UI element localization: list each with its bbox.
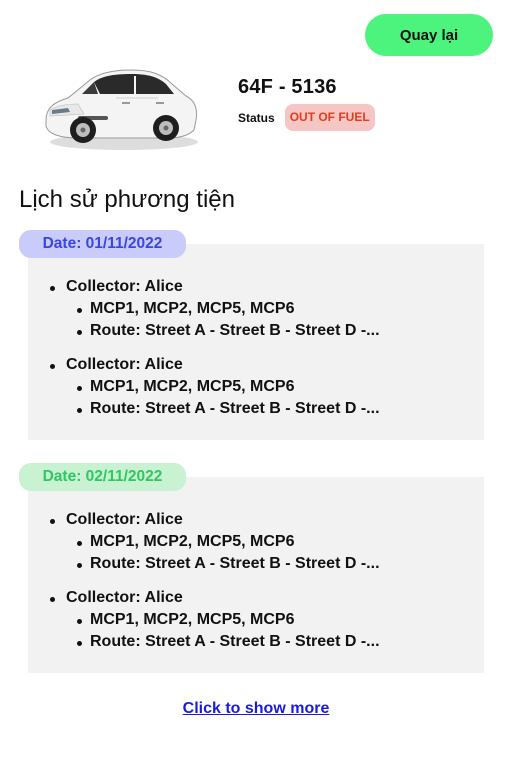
collector-label: Collector: Alice <box>66 511 183 528</box>
status-badge: OUT OF FUEL <box>284 104 375 131</box>
back-button[interactable]: Quay lại <box>365 14 493 56</box>
mcp-list: MCP1, MCP2, MCP5, MCP6 <box>90 533 295 550</box>
collector-label: Collector: Alice <box>66 589 183 606</box>
route-label: Route: Street A - Street B - Street D -.… <box>90 322 380 339</box>
vehicle-detail-page: Quay lại 64F - 5136 Status OUT OF FUEL L… <box>0 0 512 773</box>
show-more-row: Click to show more <box>0 700 512 718</box>
bullet-dot <box>77 386 82 391</box>
show-more-link[interactable]: Click to show more <box>183 700 330 717</box>
bullet-dot <box>50 286 55 291</box>
collector-label: Collector: Alice <box>66 278 183 295</box>
status-label: Status <box>238 110 275 125</box>
bullet-dot <box>50 519 55 524</box>
bullet-dot <box>50 364 55 369</box>
collector-label: Collector: Alice <box>66 356 183 373</box>
status-row: Status OUT OF FUEL <box>238 104 375 131</box>
bullet-dot <box>77 408 82 413</box>
bullet-dot <box>50 597 55 602</box>
bullet-dot <box>77 619 82 624</box>
date-pill: Date: 01/11/2022 <box>19 230 186 258</box>
bullet-dot <box>77 330 82 335</box>
history-title: Lịch sử phương tiện <box>19 186 235 213</box>
route-label: Route: Street A - Street B - Street D -.… <box>90 400 380 417</box>
license-plate: 64F - 5136 <box>238 76 337 98</box>
history-group: Date: 02/11/2022 Collector: Alice MCP1, … <box>19 463 484 673</box>
car-image <box>45 69 198 150</box>
history-group: Date: 01/11/2022 Collector: Alice MCP1, … <box>19 230 484 440</box>
date-pill: Date: 02/11/2022 <box>19 463 186 491</box>
mcp-list: MCP1, MCP2, MCP5, MCP6 <box>90 378 295 395</box>
bullet-dot <box>77 563 82 568</box>
mcp-list: MCP1, MCP2, MCP5, MCP6 <box>90 611 295 628</box>
mcp-list: MCP1, MCP2, MCP5, MCP6 <box>90 300 295 317</box>
bullet-dot <box>77 641 82 646</box>
bullet-dot <box>77 541 82 546</box>
bullet-dot <box>77 308 82 313</box>
route-label: Route: Street A - Street B - Street D -.… <box>90 633 380 650</box>
route-label: Route: Street A - Street B - Street D -.… <box>90 555 380 572</box>
